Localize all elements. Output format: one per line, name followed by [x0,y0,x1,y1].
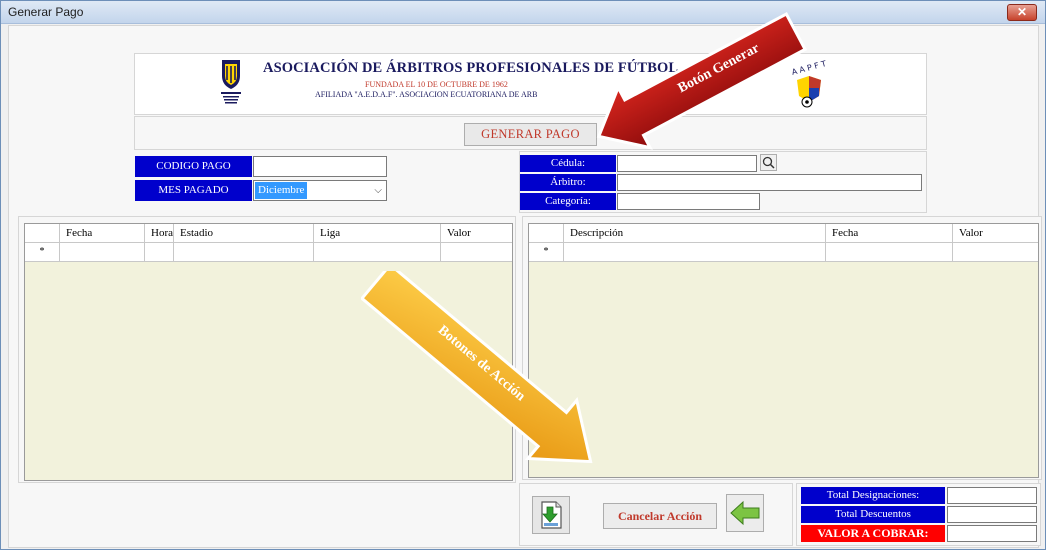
col-valor[interactable]: Valor [441,224,512,242]
close-button[interactable]: ✕ [1007,4,1037,21]
cancelar-accion-button[interactable]: Cancelar Acción [603,503,717,529]
descuentos-new-row[interactable]: * [529,243,1038,262]
generar-pago-window: Generar Pago ✕ ASOCIACIÓN DE ÁRBITROS PR… [0,0,1046,550]
descuentos-grid-header: Descripción Fecha Valor [529,224,1038,243]
col-fecha[interactable]: Fecha [60,224,145,242]
col-fecha[interactable]: Fecha [826,224,953,242]
arbitro-field[interactable] [617,174,922,191]
col-liga[interactable]: Liga [314,224,441,242]
save-document-icon [541,501,562,529]
new-row-cell[interactable] [174,243,314,261]
valor-a-cobrar-field [947,525,1037,542]
col-hora[interactable]: Hora [145,224,174,242]
new-row-cell[interactable] [826,243,953,261]
save-button[interactable] [532,496,570,534]
new-row-cell[interactable] [145,243,174,261]
action-panel: Cancelar Acción [519,483,793,546]
arbitro-label: Árbitro: [520,174,616,191]
mes-pagado-select[interactable]: Diciembre ⌵ [253,180,387,201]
new-row-cell[interactable] [953,243,1038,261]
green-arrow-back-icon [730,500,760,526]
back-button[interactable] [726,494,764,532]
mes-pagado-label: MES PAGADO [135,180,252,201]
affiliation-subtitle: AFILIADA "A.E.D.A.F". ASOCIACION ECUATOR… [315,90,538,99]
col-descripcion[interactable]: Descripción [564,224,826,242]
valor-a-cobrar-label: VALOR A COBRAR: [801,525,945,542]
designaciones-grid-header: Fecha Hora Estadio Liga Valor [25,224,512,243]
mes-pagado-value: Diciembre [255,182,308,199]
row-header-cell [25,224,60,242]
designaciones-new-row[interactable]: * [25,243,512,262]
col-valor[interactable]: Valor [953,224,1038,242]
categoria-field[interactable] [617,193,760,210]
categoria-label: Categoría: [520,193,616,210]
row-header-cell [529,224,564,242]
new-row-cell[interactable] [441,243,512,261]
chevron-down-icon: ⌵ [374,185,382,196]
total-descuentos-field [947,506,1037,523]
fef-logo-icon [221,60,241,104]
codigo-pago-label: CODIGO PAGO [135,156,252,177]
new-row-cell[interactable] [314,243,441,261]
new-row-marker: * [529,243,564,261]
new-row-cell[interactable] [564,243,826,261]
title-bar: Generar Pago ✕ [1,1,1045,24]
window-title: Generar Pago [8,5,84,19]
new-row-marker: * [25,243,60,261]
col-estadio[interactable]: Estadio [174,224,314,242]
new-row-cell[interactable] [60,243,145,261]
founded-subtitle: FUNDADA EL 10 DE OCTUBRE DE 1962 [365,80,508,89]
generar-pago-button[interactable]: GENERAR PAGO [464,123,597,146]
codigo-pago-field[interactable] [253,156,387,177]
total-designaciones-field [947,487,1037,504]
total-designaciones-label: Total Designaciones: [801,487,945,504]
total-descuentos-label: Total Descuentos [801,506,945,523]
totals-panel: Total Designaciones: Total Descuentos VA… [796,483,1041,546]
